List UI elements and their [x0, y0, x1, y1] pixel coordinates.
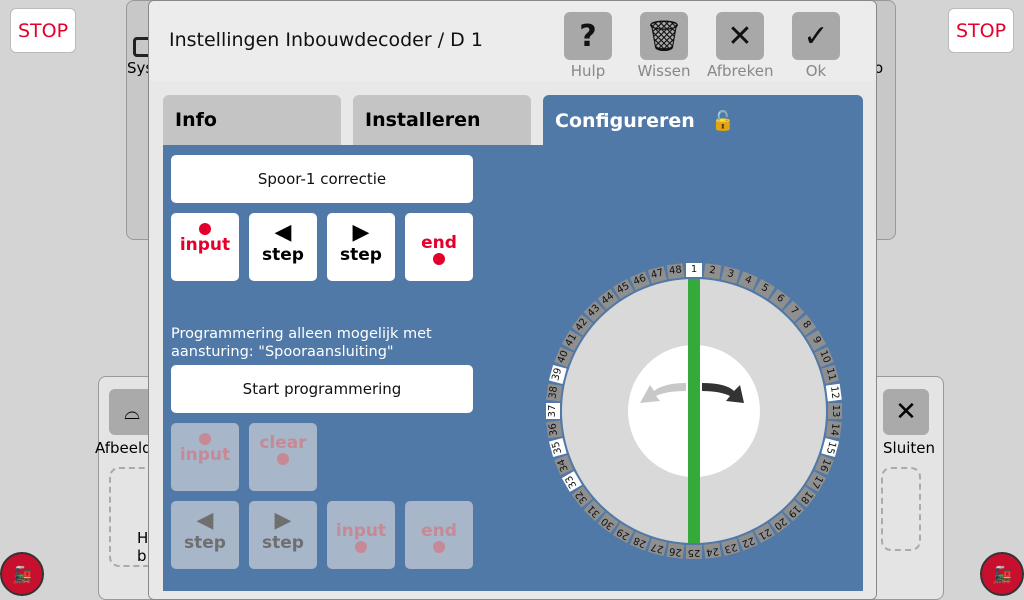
- close-icon[interactable]: ✕: [883, 389, 929, 435]
- track-position-24[interactable]: 24: [703, 542, 722, 559]
- dot-icon: [433, 253, 445, 265]
- input-label: input: [335, 521, 387, 541]
- track-position-13[interactable]: 13: [828, 403, 842, 419]
- ok-label: Ok: [805, 62, 827, 80]
- turntable-bridge: [688, 279, 700, 543]
- track-position-16[interactable]: 16: [814, 454, 834, 476]
- track-position-25[interactable]: 25: [686, 545, 702, 559]
- track-position-11[interactable]: 11: [821, 364, 840, 385]
- check-icon: ✓: [792, 12, 840, 60]
- input-label: input: [179, 445, 231, 465]
- dialog-title: Instellingen Inbouwdecoder / D 1: [169, 29, 483, 51]
- programming-note: Programmering alleen mogelijk met aanstu…: [171, 326, 432, 360]
- stop-button-left[interactable]: STOP: [10, 8, 76, 53]
- tab-info[interactable]: Info: [163, 95, 341, 145]
- end-label: end: [421, 233, 457, 253]
- track-position-27[interactable]: 27: [647, 538, 668, 557]
- cancel-button[interactable]: ✕ Afbreken: [707, 12, 773, 80]
- end-button-disabled[interactable]: end: [405, 501, 473, 569]
- step-left-button-disabled[interactable]: ◀ step: [171, 501, 239, 569]
- dot-icon: [199, 223, 211, 235]
- arrow-right-icon: ▶: [274, 508, 292, 533]
- help-label: Hulp: [570, 62, 606, 80]
- close-label: Sluiten: [883, 439, 935, 457]
- step-left-button[interactable]: ◀ step: [249, 213, 317, 281]
- track-position-38[interactable]: 38: [546, 383, 563, 402]
- partial-text: H: [137, 529, 149, 547]
- track-position-47[interactable]: 47: [647, 265, 668, 284]
- input-button-disabled-2[interactable]: input: [327, 501, 395, 569]
- track-position-3[interactable]: 3: [720, 265, 741, 284]
- cancel-label: Afbreken: [707, 62, 774, 80]
- partial-text: b: [137, 547, 147, 565]
- arrow-left-icon: ◀: [274, 220, 292, 245]
- start-programming-button[interactable]: Start programmering: [171, 365, 473, 413]
- locomotive-icon-left[interactable]: 🚂: [0, 552, 44, 596]
- track-position-48[interactable]: 48: [666, 263, 685, 280]
- dot-icon: [277, 453, 289, 465]
- arrow-left-icon: ◀: [196, 508, 214, 533]
- track-position-35[interactable]: 35: [548, 437, 567, 458]
- step-right-button[interactable]: ▶ step: [327, 213, 395, 281]
- step-right-button-disabled[interactable]: ▶ step: [249, 501, 317, 569]
- ok-button[interactable]: ✓ Ok: [783, 12, 849, 80]
- track-position-12[interactable]: 12: [825, 383, 842, 402]
- tab-bar: Info Installeren Configureren 🔓: [163, 95, 863, 145]
- stop-button-right[interactable]: STOP: [948, 8, 1014, 53]
- rotate-left-icon[interactable]: [640, 383, 686, 403]
- delete-label: Wissen: [637, 62, 691, 80]
- step-label: step: [262, 533, 304, 553]
- clear-button-disabled[interactable]: clear: [249, 423, 317, 491]
- rotate-right-icon[interactable]: [702, 383, 744, 403]
- tab-configure[interactable]: Configureren 🔓: [543, 95, 863, 145]
- dot-icon: [433, 541, 445, 553]
- dot-icon: [199, 433, 211, 445]
- track-position-1[interactable]: 1: [686, 263, 702, 277]
- close-icon: ✕: [716, 12, 764, 60]
- delete-button[interactable]: 🗑 Wissen: [631, 12, 697, 80]
- step-label: step: [262, 245, 304, 265]
- step-label: step: [184, 533, 226, 553]
- decoder-settings-dialog: Instellingen Inbouwdecoder / D 1 ? Hulp 🗑…: [148, 0, 877, 600]
- clear-label: clear: [259, 433, 307, 453]
- unlock-icon: 🔓: [711, 110, 736, 132]
- tab-install[interactable]: Installeren: [353, 95, 531, 145]
- step-label: step: [340, 245, 382, 265]
- track-position-26[interactable]: 26: [666, 542, 685, 559]
- locomotive-icon-right[interactable]: 🚂: [980, 552, 1024, 596]
- tab-configure-label: Configureren: [555, 110, 695, 132]
- input-button-disabled[interactable]: input: [171, 423, 239, 491]
- input-button[interactable]: input: [171, 213, 239, 281]
- track-position-14[interactable]: 14: [825, 420, 842, 439]
- track-position-15[interactable]: 15: [821, 437, 840, 458]
- arrow-right-icon: ▶: [352, 220, 370, 245]
- image-label: Afbeeld: [95, 439, 152, 457]
- track-correction-button[interactable]: Spoor-1 correctie: [171, 155, 473, 203]
- track-position-22[interactable]: 22: [737, 531, 759, 551]
- track-position-2[interactable]: 2: [703, 263, 722, 280]
- configure-panel: Spoor-1 correctie input ◀ step ▶ step end …: [163, 145, 863, 591]
- trash-icon: 🗑: [640, 12, 688, 60]
- placeholder-box: [881, 467, 921, 551]
- help-button[interactable]: ? Hulp: [555, 12, 621, 80]
- input-label: input: [179, 235, 231, 255]
- track-position-36[interactable]: 36: [546, 420, 563, 439]
- question-icon: ?: [564, 12, 612, 60]
- end-label: end: [421, 521, 457, 541]
- track-position-23[interactable]: 23: [720, 538, 741, 557]
- dot-icon: [355, 541, 367, 553]
- track-position-37[interactable]: 37: [546, 403, 560, 419]
- track-position-39[interactable]: 39: [548, 364, 567, 385]
- end-button[interactable]: end: [405, 213, 473, 281]
